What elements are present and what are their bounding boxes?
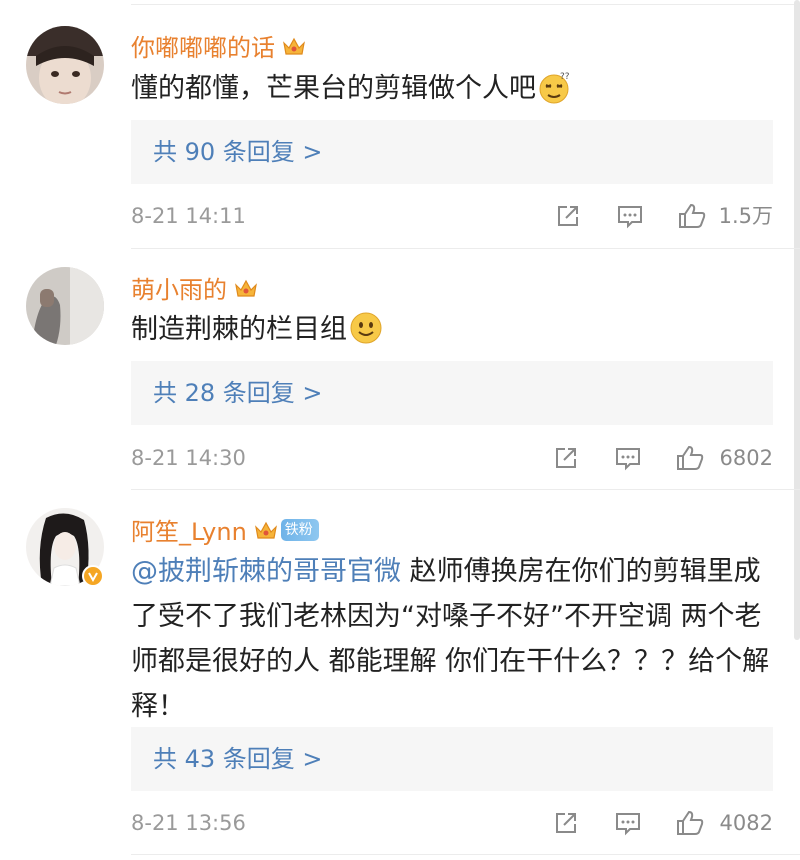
comment-meta-bar: 8-21 13:56 4082 [131,808,773,838]
like-icon[interactable] [675,443,705,473]
comment-text: 懂的都懂，芒果台的剪辑做个人吧?? [131,66,776,111]
comment-meta-bar: 8-21 14:11 1.5万 [131,201,773,231]
top-divider [131,4,800,5]
verified-badge-icon [82,565,104,587]
username-text[interactable]: 阿笙_Lynn [131,512,247,547]
share-icon[interactable] [553,201,583,231]
like-icon[interactable] [675,808,705,838]
reply-count-label[interactable]: 共 90 条回复 > [153,120,323,184]
reply-count-label[interactable]: 共 28 条回复 > [153,361,323,425]
comment-text: @披荆斩棘的哥哥官微 赵师傅换房在你们的剪辑里成了受不了我们老林因为“对嗓子不好… [131,549,776,729]
comment-meta-bar: 8-21 14:30 6802 [131,443,773,473]
replies-link[interactable]: 共 28 条回复 > [131,361,773,425]
comment-icon[interactable] [615,201,645,231]
username[interactable]: 你嘟嘟嘟的话 [131,28,307,63]
comment-divider [131,248,800,249]
svg-text:??: ?? [560,72,570,82]
avatar[interactable] [26,267,104,345]
mention-link[interactable]: @披荆斩棘的哥哥官微 [131,556,401,587]
comment-icon[interactable] [613,808,643,838]
share-icon[interactable] [551,808,581,838]
avatar[interactable] [26,26,104,104]
username-text[interactable]: 萌小雨的 [131,270,227,305]
comment-text-content: 懂的都懂，芒果台的剪辑做个人吧 [131,73,536,104]
comment-divider [131,489,800,490]
like-count: 1.5万 [718,204,773,228]
like-count: 4082 [719,811,773,835]
username[interactable]: 阿笙_Lynn 铁粉 [131,512,319,547]
username-text[interactable]: 你嘟嘟嘟的话 [131,28,275,63]
fan-badge: 铁粉 [280,518,319,541]
replies-link[interactable]: 共 43 条回复 > [131,727,773,791]
comment-time: 8-21 14:11 [131,204,246,228]
scrollbar[interactable] [794,0,800,640]
username[interactable]: 萌小雨的 [131,270,259,305]
crown-badge-icon [281,35,307,57]
comment-icon[interactable] [613,443,643,473]
reply-count-label[interactable]: 共 43 条回复 > [153,727,323,791]
comment-time: 8-21 13:56 [131,811,246,835]
comment-divider [131,854,800,855]
replies-link[interactable]: 共 90 条回复 > [131,120,773,184]
comment-text-content: 制造荆棘的栏目组 [131,314,347,345]
share-icon[interactable] [551,443,581,473]
crown-badge-icon [253,519,279,541]
dizzy-face-emoji-icon: ?? [538,70,572,104]
smile-emoji-icon [349,311,383,345]
like-count: 6802 [719,446,773,470]
comment-time: 8-21 14:30 [131,446,246,470]
comment-text: 制造荆棘的栏目组 [131,307,776,352]
like-icon[interactable] [677,201,707,231]
crown-badge-icon [233,277,259,299]
